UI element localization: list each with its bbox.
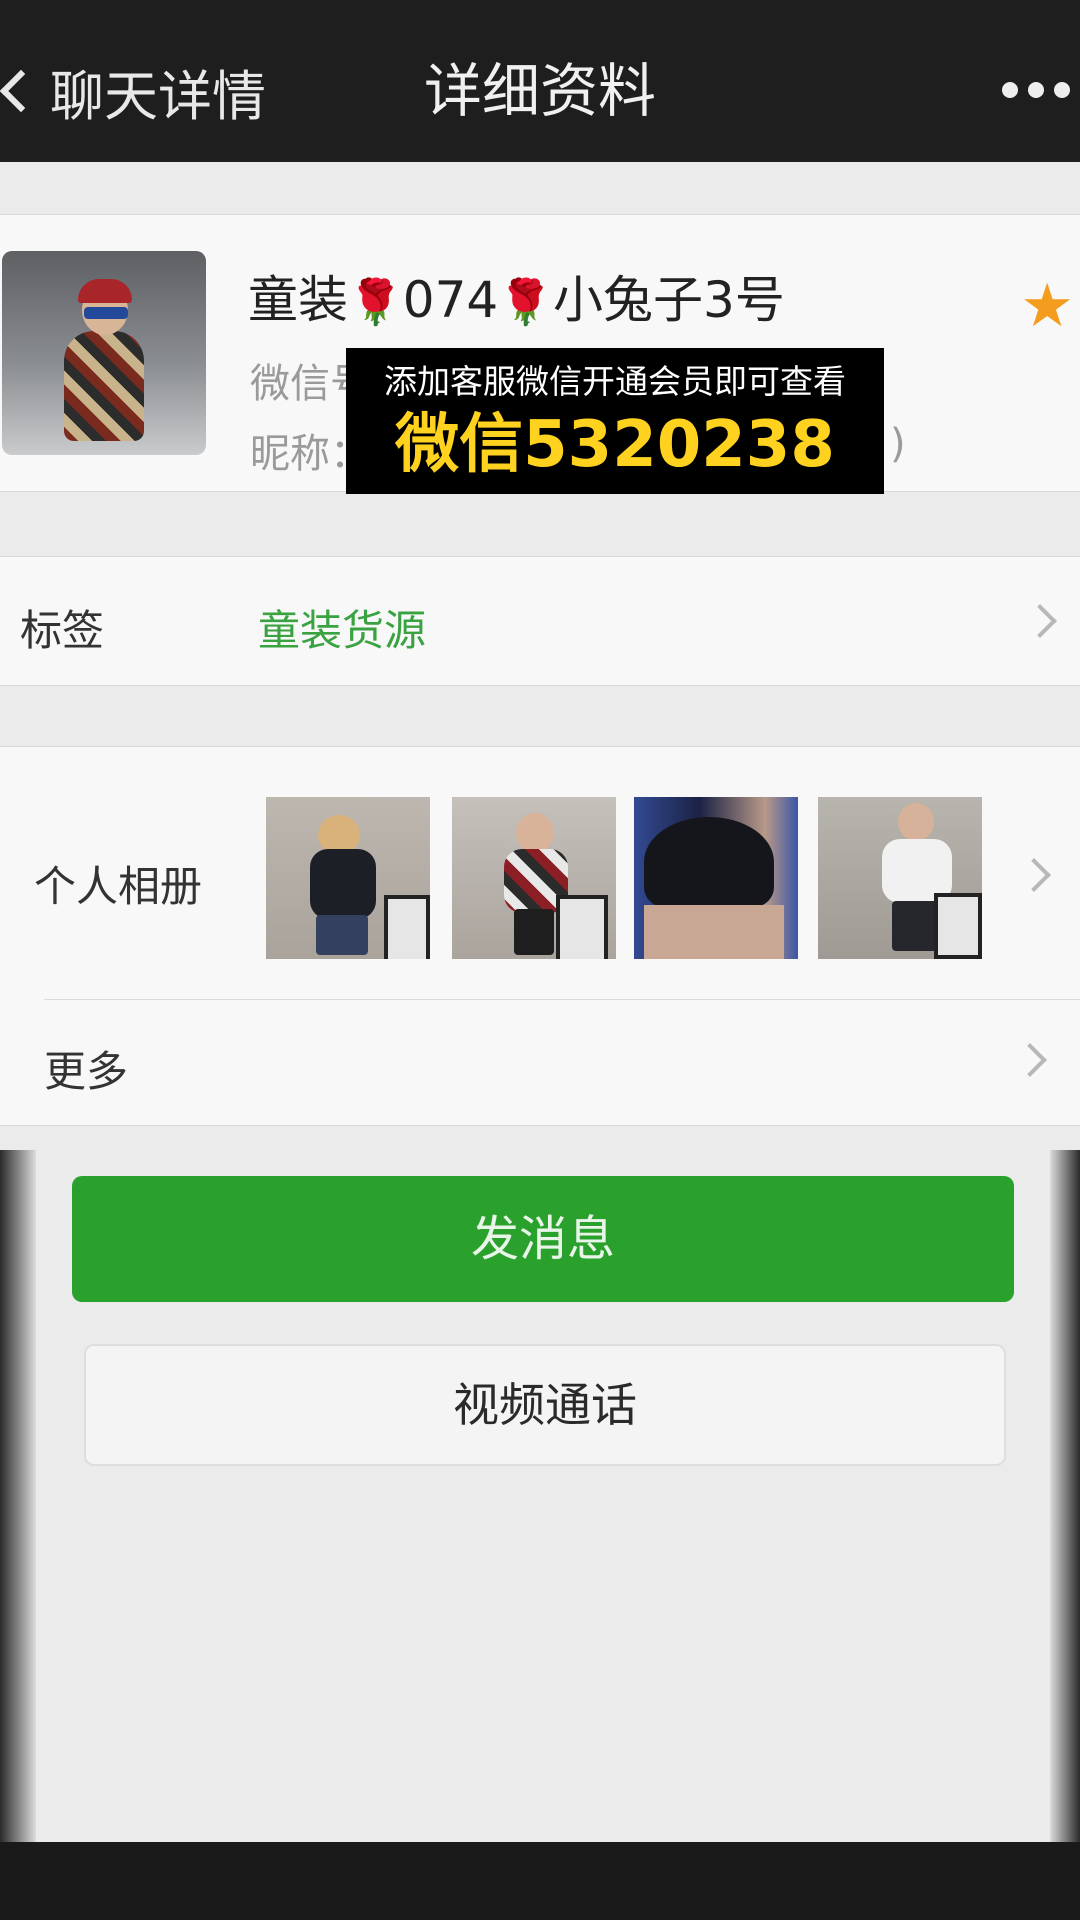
chevron-right-icon	[1017, 858, 1051, 892]
profile-name: 童装🌹074🌹小兔子3号	[248, 265, 785, 335]
album-row[interactable]: 个人相册	[0, 747, 1080, 999]
photo-figure	[898, 803, 934, 841]
photo-figure	[316, 915, 368, 955]
rose-icon: 🌹	[498, 277, 554, 328]
video-call-button[interactable]: 视频通话	[84, 1344, 1006, 1466]
album-label: 个人相册	[34, 862, 203, 911]
more-label: 更多	[44, 1047, 129, 1096]
chevron-right-icon	[1023, 604, 1057, 638]
avatar-figure	[64, 331, 144, 441]
wechat-profile-screen: 聊天详情 详细资料 童装🌹074🌹小兔子3号 微信号 昵称：) ★ 添加客服微信…	[0, 0, 1080, 1920]
tag-row[interactable]: 标签 童装货源	[0, 556, 1080, 686]
nav-bar: 聊天详情 详细资料	[0, 0, 1080, 162]
page-title: 详细资料	[423, 57, 656, 125]
nickname-tail: )	[890, 421, 906, 467]
album-group: 个人相册 更多	[0, 746, 1080, 1126]
name-part: 小兔子3号	[553, 271, 785, 329]
phone-bezel-left	[0, 1150, 36, 1850]
tag-value: 童装货源	[258, 606, 427, 655]
photo-figure	[892, 901, 938, 951]
photo-figure	[644, 905, 784, 959]
promo-watermark: 添加客服微信开通会员即可查看 微信5320238	[346, 348, 884, 494]
promo-line2: 微信5320238	[395, 408, 835, 482]
name-part: 074	[402, 271, 499, 329]
tag-label: 标签	[20, 606, 105, 655]
photo-frame	[384, 895, 430, 959]
avatar[interactable]	[2, 251, 206, 455]
avatar-cap	[78, 279, 132, 303]
more-menu-button[interactable]	[990, 60, 1080, 120]
star-icon[interactable]: ★	[1020, 271, 1074, 341]
more-dot	[1054, 82, 1070, 98]
promo-line1: 添加客服微信开通会员即可查看	[384, 362, 846, 401]
photo-figure	[516, 813, 554, 853]
more-dots-icon	[1002, 82, 1018, 98]
photo-frame	[556, 895, 608, 959]
album-photo	[818, 797, 982, 959]
more-dot	[1028, 82, 1044, 98]
photo-figure	[644, 817, 774, 907]
album-photo	[452, 797, 616, 959]
photo-figure	[514, 909, 554, 955]
name-part: 童装	[248, 271, 348, 329]
avatar-glasses	[84, 307, 128, 319]
photo-figure	[310, 849, 376, 919]
more-row[interactable]: 更多	[0, 1000, 1080, 1124]
rose-icon: 🌹	[348, 277, 403, 328]
photo-frame	[934, 893, 982, 959]
album-photo	[634, 797, 798, 959]
phone-bezel-bottom	[0, 1842, 1080, 1920]
phone-bezel-right	[1050, 1150, 1080, 1850]
send-message-button[interactable]: 发消息	[72, 1176, 1014, 1302]
album-photo	[266, 797, 430, 959]
chevron-right-icon	[1013, 1043, 1047, 1077]
